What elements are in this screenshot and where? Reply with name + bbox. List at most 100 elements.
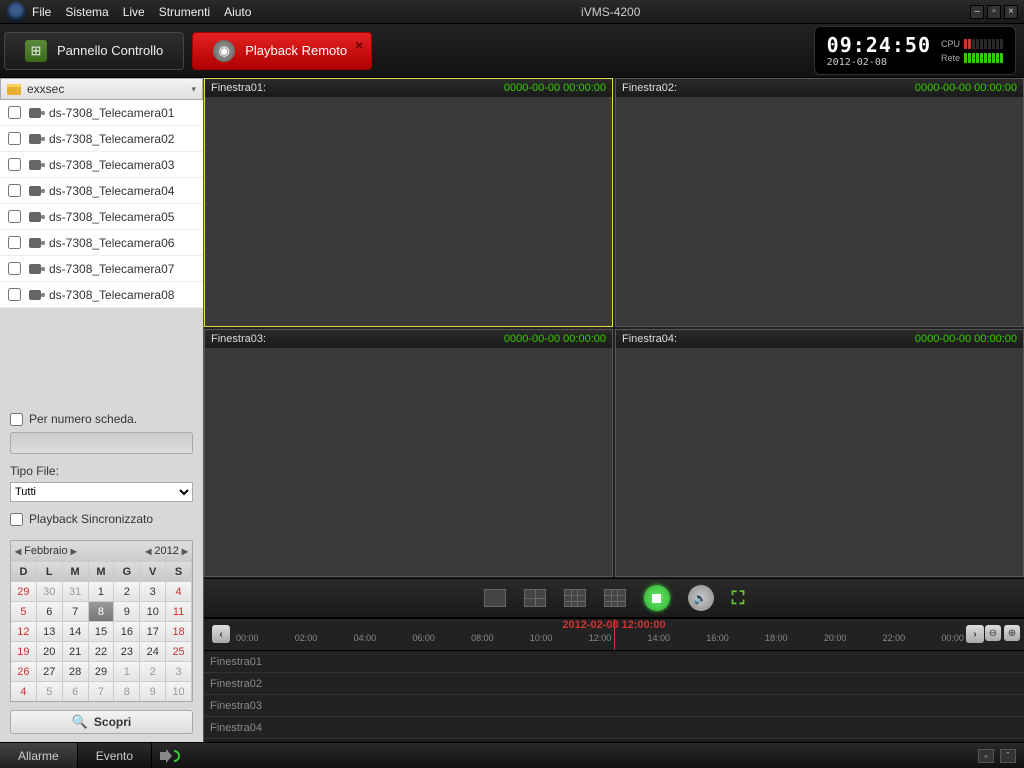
cal-day[interactable]: 8 <box>89 601 115 621</box>
cal-month-select[interactable]: ◀ Febbraio ▶ <box>15 545 77 557</box>
cal-day[interactable]: 7 <box>63 601 89 621</box>
layout-16-button[interactable] <box>604 589 626 607</box>
timeline-playhead[interactable] <box>614 619 615 650</box>
camera-checkbox[interactable] <box>8 132 21 145</box>
sync-playback-checkbox[interactable] <box>10 513 23 526</box>
tab-remote-playback[interactable]: ◉ Playback Remoto × <box>192 32 372 70</box>
camera-checkbox[interactable] <box>8 158 21 171</box>
search-button[interactable]: 🔍 Scopri <box>10 710 193 734</box>
cal-day[interactable]: 3 <box>166 661 192 681</box>
cal-day[interactable]: 4 <box>11 681 37 701</box>
camera-row[interactable]: ds-7308_Telecamera01 <box>0 100 203 126</box>
timeline-zoom-out-button[interactable]: ⊖ <box>985 625 1001 641</box>
cal-day[interactable]: 10 <box>166 681 192 701</box>
menu-system[interactable]: Sistema <box>65 5 108 19</box>
timeline-row[interactable]: Finestra03 <box>204 695 1024 717</box>
cal-day[interactable]: 5 <box>37 681 63 701</box>
cal-day[interactable]: 1 <box>114 661 140 681</box>
status-tab-alarm[interactable]: Allarme <box>0 743 78 768</box>
camera-checkbox[interactable] <box>8 184 21 197</box>
menu-live[interactable]: Live <box>123 5 145 19</box>
camera-row[interactable]: ds-7308_Telecamera06 <box>0 230 203 256</box>
cal-day[interactable]: 29 <box>11 581 37 601</box>
cal-day[interactable]: 26 <box>11 661 37 681</box>
timeline-prev-button[interactable]: ‹ <box>212 625 230 643</box>
timeline-row[interactable]: Finestra01 <box>204 651 1024 673</box>
cal-day[interactable]: 25 <box>166 641 192 661</box>
camera-checkbox[interactable] <box>8 106 21 119</box>
cal-day[interactable]: 11 <box>166 601 192 621</box>
filetype-select[interactable]: Tutti <box>10 482 193 502</box>
cal-day[interactable]: 6 <box>63 681 89 701</box>
camera-checkbox[interactable] <box>8 262 21 275</box>
cal-day[interactable]: 16 <box>114 621 140 641</box>
cal-day[interactable]: 18 <box>166 621 192 641</box>
group-select[interactable]: exxsec ▾ <box>0 78 203 100</box>
cal-day[interactable]: 15 <box>89 621 115 641</box>
menu-tools[interactable]: Strumenti <box>159 5 210 19</box>
cal-day[interactable]: 19 <box>11 641 37 661</box>
cal-day[interactable]: 23 <box>114 641 140 661</box>
by-card-checkbox[interactable] <box>10 413 23 426</box>
cal-day[interactable]: 5 <box>11 601 37 621</box>
sound-icon[interactable] <box>160 749 178 763</box>
menu-file[interactable]: File <box>32 5 51 19</box>
video-pane[interactable]: Finestra04:0000-00-00 00:00:00 <box>615 329 1024 578</box>
cal-day[interactable]: 1 <box>89 581 115 601</box>
cal-day[interactable]: 6 <box>37 601 63 621</box>
camera-row[interactable]: ds-7308_Telecamera04 <box>0 178 203 204</box>
cal-day[interactable]: 10 <box>140 601 166 621</box>
cal-day[interactable]: 27 <box>37 661 63 681</box>
cal-day[interactable]: 12 <box>11 621 37 641</box>
fullscreen-button[interactable]: ⛶ <box>732 588 745 609</box>
camera-checkbox[interactable] <box>8 210 21 223</box>
timeline-next-button[interactable]: › <box>966 625 984 643</box>
cal-day[interactable]: 2 <box>114 581 140 601</box>
video-pane[interactable]: Finestra03:0000-00-00 00:00:00 <box>204 329 613 578</box>
cal-day[interactable]: 29 <box>89 661 115 681</box>
tab-control-panel[interactable]: ⊞ Pannello Controllo <box>4 32 184 70</box>
video-pane[interactable]: Finestra01:0000-00-00 00:00:00 <box>204 78 613 327</box>
cal-day[interactable]: 21 <box>63 641 89 661</box>
stop-button[interactable] <box>644 585 670 611</box>
window-minimize-button[interactable]: – <box>970 5 984 19</box>
cal-day[interactable]: 7 <box>89 681 115 701</box>
cal-day[interactable]: 14 <box>63 621 89 641</box>
cal-day[interactable]: 22 <box>89 641 115 661</box>
window-close-button[interactable]: × <box>1004 5 1018 19</box>
camera-row[interactable]: ds-7308_Telecamera07 <box>0 256 203 282</box>
status-popout-button[interactable]: ▫ <box>978 749 994 763</box>
cal-day[interactable]: 3 <box>140 581 166 601</box>
status-expand-button[interactable]: ˆ <box>1000 749 1016 763</box>
camera-row[interactable]: ds-7308_Telecamera08 <box>0 282 203 308</box>
video-pane[interactable]: Finestra02:0000-00-00 00:00:00 <box>615 78 1024 327</box>
timeline-row[interactable]: Finestra04 <box>204 717 1024 739</box>
window-maximize-button[interactable]: ▫ <box>987 5 1001 19</box>
cal-day[interactable]: 20 <box>37 641 63 661</box>
card-number-input[interactable] <box>10 432 193 454</box>
camera-row[interactable]: ds-7308_Telecamera05 <box>0 204 203 230</box>
cal-day[interactable]: 4 <box>166 581 192 601</box>
layout-9-button[interactable] <box>564 589 586 607</box>
tab-close-icon[interactable]: × <box>355 37 363 53</box>
timeline-zoom-in-button[interactable]: ⊕ <box>1004 625 1020 641</box>
layout-4-button[interactable] <box>524 589 546 607</box>
cal-day[interactable]: 28 <box>63 661 89 681</box>
camera-checkbox[interactable] <box>8 236 21 249</box>
camera-row[interactable]: ds-7308_Telecamera02 <box>0 126 203 152</box>
cal-year-select[interactable]: ◀ 2012 ▶ <box>145 545 188 557</box>
camera-checkbox[interactable] <box>8 288 21 301</box>
layout-1-button[interactable] <box>484 589 506 607</box>
camera-row[interactable]: ds-7308_Telecamera03 <box>0 152 203 178</box>
status-tab-event[interactable]: Evento <box>78 743 152 768</box>
timeline-row[interactable]: Finestra02 <box>204 673 1024 695</box>
cal-day[interactable]: 9 <box>140 681 166 701</box>
cal-day[interactable]: 24 <box>140 641 166 661</box>
menu-help[interactable]: Aiuto <box>224 5 251 19</box>
cal-day[interactable]: 17 <box>140 621 166 641</box>
cal-day[interactable]: 8 <box>114 681 140 701</box>
cal-day[interactable]: 31 <box>63 581 89 601</box>
volume-button[interactable]: 🔊 <box>688 585 714 611</box>
cal-day[interactable]: 2 <box>140 661 166 681</box>
cal-day[interactable]: 30 <box>37 581 63 601</box>
